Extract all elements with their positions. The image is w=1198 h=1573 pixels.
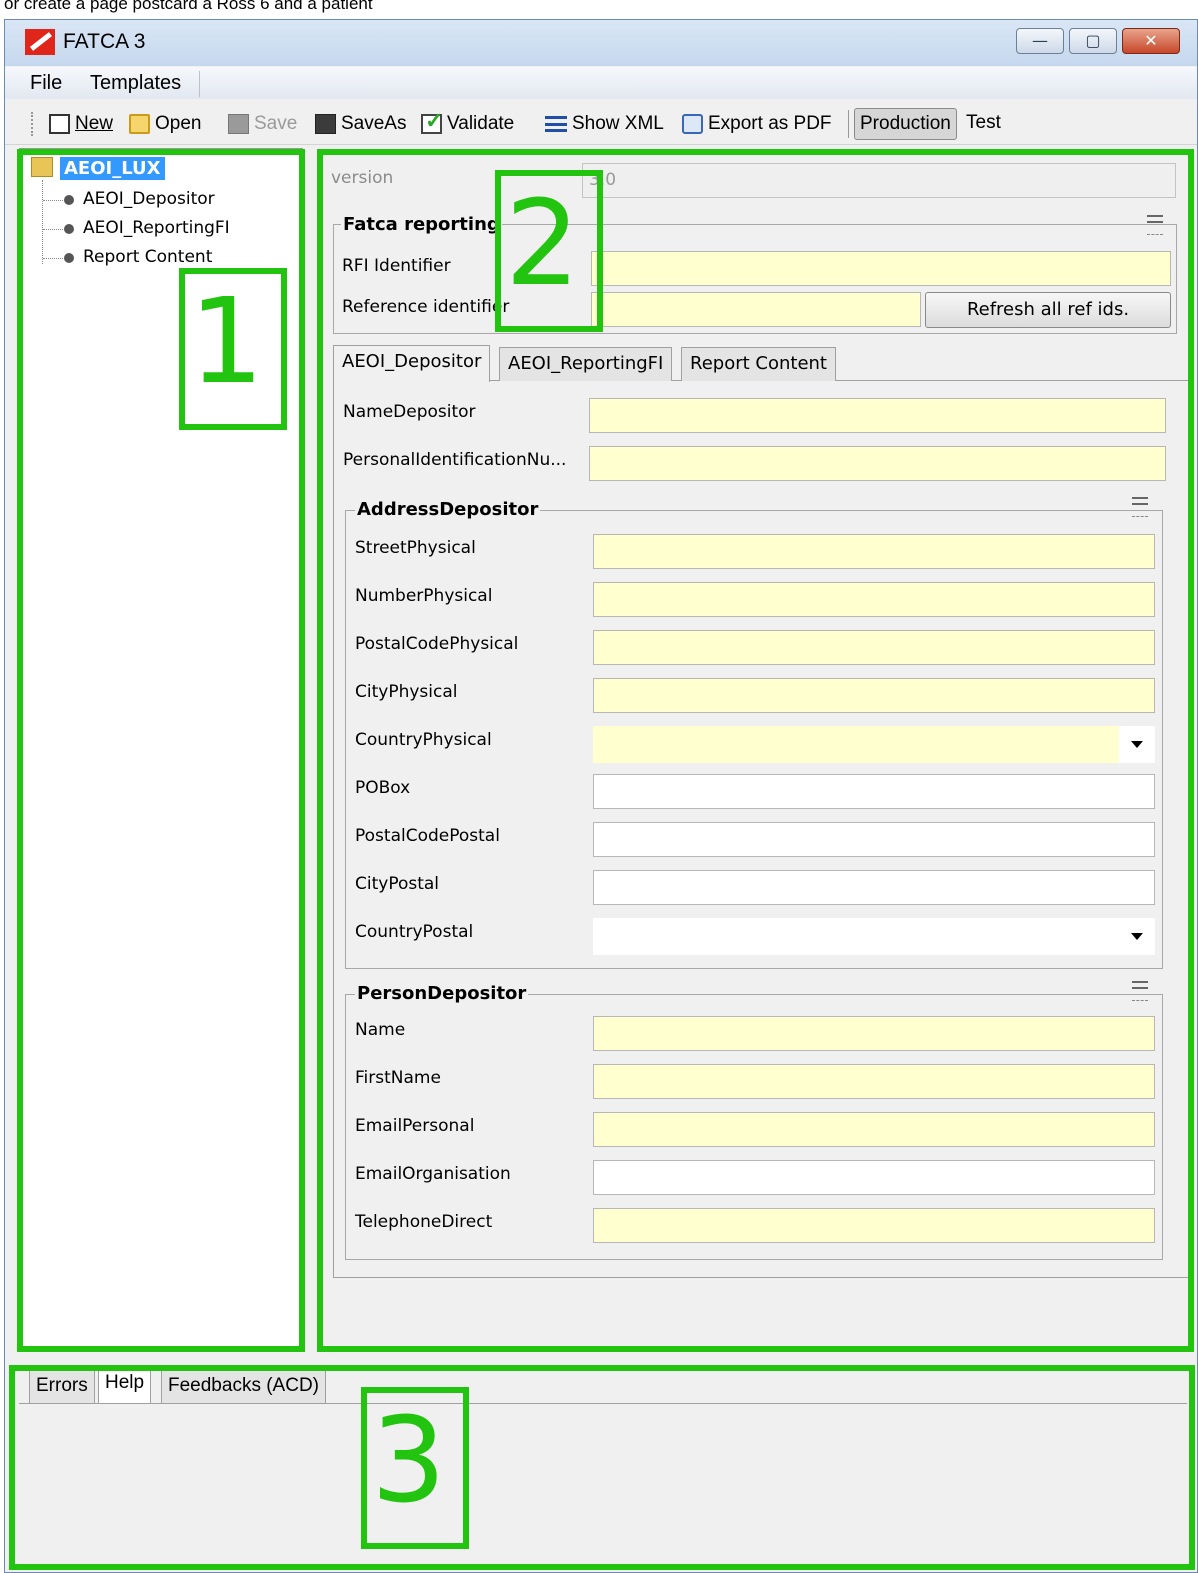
- export-pdf-button[interactable]: Export as PDF: [682, 113, 832, 135]
- xml-lines-icon: [545, 116, 567, 132]
- saveas-label: SaveAs: [341, 113, 407, 134]
- validate-label: Validate: [447, 113, 515, 134]
- save-label: Save: [254, 113, 298, 134]
- saveas-disk-icon: [315, 114, 336, 134]
- show-xml-label: Show XML: [572, 113, 664, 134]
- menu-separator: [199, 71, 200, 97]
- menu-bar: File Templates: [5, 67, 1197, 99]
- menu-file[interactable]: File: [30, 72, 62, 95]
- toolbar: New Open Save SaveAs Validate Show XML E…: [5, 100, 1197, 145]
- annotation-number-1: 1: [189, 272, 265, 410]
- save-disk-icon: [228, 114, 249, 134]
- new-document-icon: [49, 114, 70, 134]
- annotation-box-2: [317, 149, 1194, 1352]
- toolbar-grip[interactable]: [31, 112, 37, 136]
- annotation-number-2: 2: [505, 174, 581, 312]
- toolbar-divider: [848, 110, 849, 138]
- export-pdf-label: Export as PDF: [708, 113, 832, 134]
- close-button[interactable]: ✕: [1122, 28, 1180, 54]
- save-button[interactable]: Save: [228, 113, 297, 135]
- validate-check-icon: [421, 108, 443, 134]
- title-bar: FATCA 3 — ▢ ✕: [5, 20, 1197, 66]
- test-toggle[interactable]: Test: [961, 108, 1006, 140]
- validate-button[interactable]: Validate: [421, 108, 515, 135]
- app-window: FATCA 3 — ▢ ✕ File Templates New Open Sa…: [4, 19, 1198, 1573]
- menu-templates[interactable]: Templates: [90, 72, 181, 95]
- open-label: Open: [155, 113, 202, 134]
- page-caption: or create a page postcard a Ross 6 and a…: [4, 0, 373, 13]
- saveas-button[interactable]: SaveAs: [315, 113, 406, 135]
- new-label: New: [75, 113, 114, 134]
- open-button[interactable]: Open: [129, 113, 201, 135]
- fatca-app-icon: [25, 29, 55, 55]
- annotation-box-3: [9, 1365, 1195, 1570]
- annotation-number-3: 3: [371, 1391, 447, 1529]
- open-folder-icon: [129, 114, 150, 134]
- new-button[interactable]: New: [49, 113, 113, 135]
- pdf-printer-icon: [682, 114, 703, 134]
- show-xml-button[interactable]: Show XML: [545, 113, 664, 135]
- maximize-button[interactable]: ▢: [1069, 28, 1117, 54]
- minimize-button[interactable]: —: [1016, 28, 1064, 54]
- production-toggle[interactable]: Production: [854, 108, 957, 140]
- window-title: FATCA 3: [63, 30, 146, 53]
